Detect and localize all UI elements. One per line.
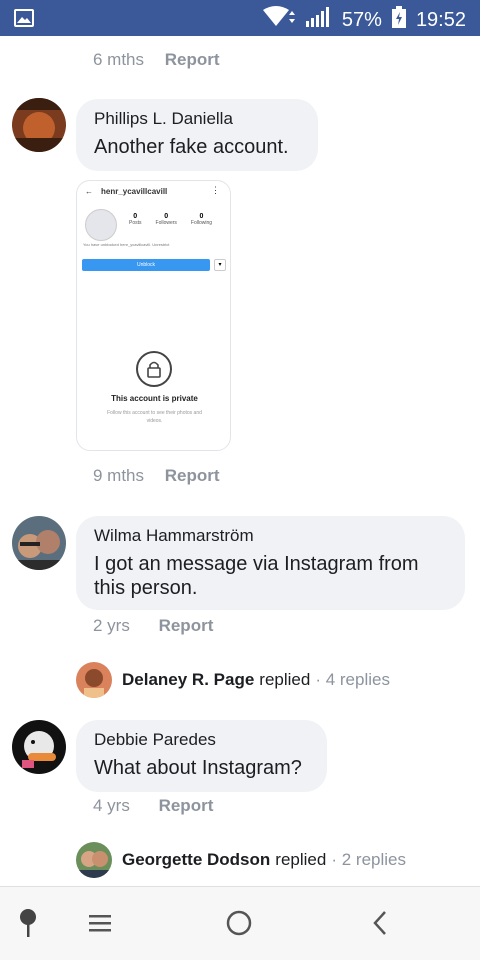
stat-posts: 0 Posts xyxy=(129,213,142,226)
back-arrow-icon: ← xyxy=(85,187,93,196)
avatar xyxy=(76,842,112,878)
clock: 19:52 xyxy=(415,8,466,31)
stat-following: 0 Following xyxy=(190,213,213,226)
avatar[interactable] xyxy=(12,516,66,570)
private-title: This account is private xyxy=(111,394,198,403)
comment-bubble[interactable]: Phillips L. Daniella Another fake accoun… xyxy=(76,99,318,171)
reply-action: replied xyxy=(275,850,327,869)
comments-feed[interactable]: 6 mths Report Phillips L. Daniella Anoth… xyxy=(0,36,480,886)
commenter-name[interactable]: Wilma Hammarström xyxy=(94,526,447,546)
reply-thread[interactable]: Georgette Dodson replied · 2 replies xyxy=(76,842,406,878)
report-link[interactable]: Report xyxy=(159,616,214,635)
battery-percent: 57% xyxy=(341,8,382,31)
avatar[interactable] xyxy=(12,720,66,774)
profile-placeholder-icon xyxy=(85,209,117,241)
pin-icon[interactable] xyxy=(12,907,44,939)
reply-thread[interactable]: Delaney R. Page replied · 4 replies xyxy=(76,662,390,698)
unblock-button: Unblock xyxy=(82,259,210,271)
comment-text: I got an message via Instagram from this… xyxy=(94,553,419,599)
report-link[interactable]: Report xyxy=(165,50,220,69)
attachment-username: henr_ycavillcavill xyxy=(101,187,168,196)
comment-meta: 6 mths Report xyxy=(93,50,220,70)
comment-time: 6 mths xyxy=(93,50,145,69)
comment-bubble[interactable]: Wilma Hammarström I got an message via I… xyxy=(76,516,465,610)
wifi-icon xyxy=(262,6,296,34)
reply-count: · 2 replies xyxy=(331,850,406,869)
stat-followers: 0 Followers xyxy=(155,213,177,226)
avatar xyxy=(76,662,112,698)
reply-count: · 4 replies xyxy=(315,670,390,689)
avatar[interactable] xyxy=(12,98,66,152)
signal-icon xyxy=(305,7,332,33)
comment-meta: 9 mths Report xyxy=(93,466,220,486)
comment-text: What about Instagram? xyxy=(94,757,302,779)
navigation-bar xyxy=(0,886,480,960)
battery-charging-icon xyxy=(391,6,406,34)
commenter-name[interactable]: Debbie Paredes xyxy=(94,730,309,750)
comment-bubble[interactable]: Debbie Paredes What about Instagram? xyxy=(76,720,327,792)
report-link[interactable]: Report xyxy=(165,466,220,485)
replier-name: Georgette Dodson xyxy=(122,850,271,869)
status-bar: 57% 19:52 xyxy=(0,0,480,36)
comment-text: Another fake account. xyxy=(94,136,289,158)
dropdown-icon: ▾ xyxy=(214,259,226,271)
comment-meta: 2 yrs Report xyxy=(93,616,213,636)
back-icon[interactable] xyxy=(364,907,396,939)
comment-meta: 4 yrs Report xyxy=(93,796,213,816)
comment-time: 4 yrs xyxy=(93,796,130,815)
blocked-note: You have unblocked henr_ycavillcavill. U… xyxy=(83,242,170,247)
commenter-name[interactable]: Phillips L. Daniella xyxy=(94,109,300,129)
comment-image-attachment[interactable]: ← henr_ycavillcavill ⋮ 0 Posts 0 Followe… xyxy=(76,180,231,451)
home-circle-icon[interactable] xyxy=(223,907,255,939)
image-icon xyxy=(14,9,34,27)
replier-name: Delaney R. Page xyxy=(122,670,255,689)
lock-icon xyxy=(136,351,172,387)
menu-icon[interactable] xyxy=(84,907,116,939)
comment-time: 9 mths xyxy=(93,466,145,485)
private-subtitle: Follow this account to see their photos … xyxy=(107,410,202,424)
report-link[interactable]: Report xyxy=(159,796,214,815)
more-icon: ⋮ xyxy=(211,185,220,195)
reply-action: replied xyxy=(259,670,311,689)
comment-time: 2 yrs xyxy=(93,616,130,635)
